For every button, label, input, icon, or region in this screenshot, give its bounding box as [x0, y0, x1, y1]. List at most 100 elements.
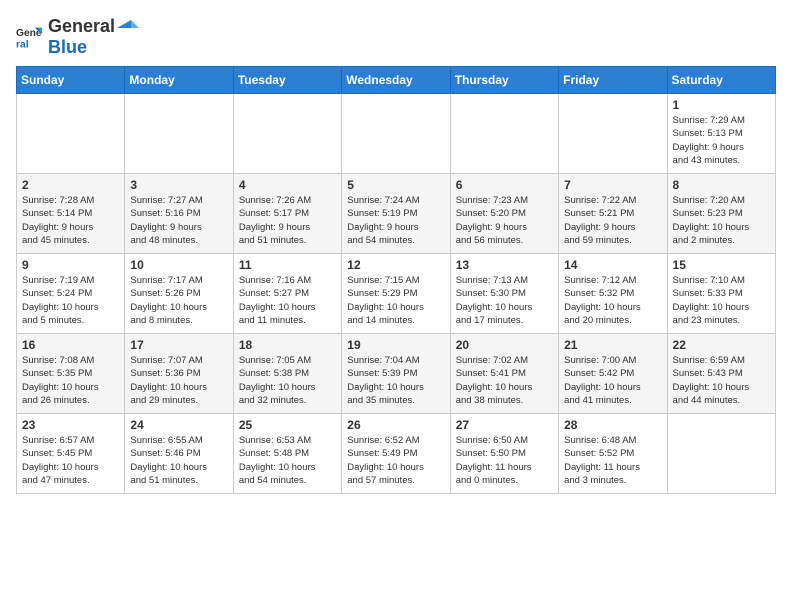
day-number: 8 [673, 178, 770, 192]
day-number: 9 [22, 258, 119, 272]
day-info: Sunrise: 6:52 AM Sunset: 5:49 PM Dayligh… [347, 435, 424, 486]
day-info: Sunrise: 6:59 AM Sunset: 5:43 PM Dayligh… [673, 355, 750, 406]
calendar-day-25: 25Sunrise: 6:53 AM Sunset: 5:48 PM Dayli… [233, 414, 341, 494]
calendar-day-5: 5 Sunrise: 7:24 AM Sunset: 5:19 PM Daylig… [342, 174, 450, 254]
day-info: Sunrise: 7:26 AM Sunset: 5:17 PM Dayligh… [239, 195, 311, 246]
day-info: Sunrise: 6:50 AM Sunset: 5:50 PM Dayligh… [456, 435, 532, 486]
day-number: 21 [564, 338, 661, 352]
calendar-day-13: 13 Sunrise: 7:13 AM Sunset: 5:30 PM Dayli… [450, 254, 558, 334]
day-number: 6 [456, 178, 553, 192]
day-number: 4 [239, 178, 336, 192]
day-number: 2 [22, 178, 119, 192]
day-info: Sunrise: 7:02 AM Sunset: 5:41 PM Dayligh… [456, 355, 533, 406]
weekday-header-sunday: Sunday [17, 67, 125, 94]
day-info: Sunrise: 7:16 AM Sunset: 5:27 PM Dayligh… [239, 275, 316, 326]
empty-day-cell [17, 94, 125, 174]
calendar-day-1: 1 Sunrise: 7:29 AM Sunset: 5:13 PM Daylig… [667, 94, 775, 174]
day-number: 10 [130, 258, 227, 272]
day-info: Sunrise: 7:20 AM Sunset: 5:23 PM Dayligh… [673, 195, 750, 246]
day-info: Sunrise: 7:27 AM Sunset: 5:16 PM Dayligh… [130, 195, 202, 246]
day-info: Sunrise: 7:17 AM Sunset: 5:26 PM Dayligh… [130, 275, 207, 326]
day-info: Sunrise: 6:55 AM Sunset: 5:46 PM Dayligh… [130, 435, 207, 486]
day-number: 19 [347, 338, 444, 352]
calendar-day-11: 11 Sunrise: 7:16 AM Sunset: 5:27 PM Dayli… [233, 254, 341, 334]
day-number: 1 [673, 98, 770, 112]
calendar-day-26: 26 Sunrise: 6:52 AM Sunset: 5:49 PM Dayli… [342, 414, 450, 494]
day-number: 25 [239, 418, 336, 432]
weekday-header-monday: Monday [125, 67, 233, 94]
day-number: 15 [673, 258, 770, 272]
calendar-day-21: 21 Sunrise: 7:00 AM Sunset: 5:42 PM Dayli… [559, 334, 667, 414]
day-number: 5 [347, 178, 444, 192]
calendar-day-9: 9 Sunrise: 7:19 AM Sunset: 5:24 PM Daylig… [17, 254, 125, 334]
weekday-header-tuesday: Tuesday [233, 67, 341, 94]
calendar-week-row: 2 Sunrise: 7:28 AM Sunset: 5:14 PM Daylig… [17, 174, 776, 254]
empty-day-cell [125, 94, 233, 174]
day-number: 26 [347, 418, 444, 432]
day-info: Sunrise: 7:10 AM Sunset: 5:33 PM Dayligh… [673, 275, 750, 326]
calendar-day-19: 19 Sunrise: 7:04 AM Sunset: 5:39 PM Dayli… [342, 334, 450, 414]
calendar-day-12: 12 Sunrise: 7:15 AM Sunset: 5:29 PM Dayli… [342, 254, 450, 334]
day-number: 22 [673, 338, 770, 352]
day-info: Sunrise: 7:04 AM Sunset: 5:39 PM Dayligh… [347, 355, 424, 406]
calendar-day-14: 14Sunrise: 7:12 AM Sunset: 5:32 PM Dayli… [559, 254, 667, 334]
empty-day-cell [559, 94, 667, 174]
day-number: 18 [239, 338, 336, 352]
day-number: 12 [347, 258, 444, 272]
empty-day-cell [342, 94, 450, 174]
calendar-day-10: 10 Sunrise: 7:17 AM Sunset: 5:26 PM Dayli… [125, 254, 233, 334]
empty-day-cell [233, 94, 341, 174]
calendar-week-row: 23 Sunrise: 6:57 AM Sunset: 5:45 PM Dayli… [17, 414, 776, 494]
day-number: 24 [130, 418, 227, 432]
day-number: 17 [130, 338, 227, 352]
day-number: 16 [22, 338, 119, 352]
calendar-week-row: 16 Sunrise: 7:08 AM Sunset: 5:35 PM Dayli… [17, 334, 776, 414]
calendar-day-17: 17 Sunrise: 7:07 AM Sunset: 5:36 PM Dayli… [125, 334, 233, 414]
day-number: 28 [564, 418, 661, 432]
logo: Gene ral GeneralBlue [16, 16, 141, 58]
day-number: 20 [456, 338, 553, 352]
day-info: Sunrise: 7:12 AM Sunset: 5:32 PM Dayligh… [564, 275, 641, 326]
day-number: 11 [239, 258, 336, 272]
day-info: Sunrise: 7:05 AM Sunset: 5:38 PM Dayligh… [239, 355, 316, 406]
calendar-day-24: 24 Sunrise: 6:55 AM Sunset: 5:46 PM Dayli… [125, 414, 233, 494]
calendar-day-4: 4 Sunrise: 7:26 AM Sunset: 5:17 PM Daylig… [233, 174, 341, 254]
calendar-day-27: 27 Sunrise: 6:50 AM Sunset: 5:50 PM Dayli… [450, 414, 558, 494]
calendar-table: SundayMondayTuesdayWednesdayThursdayFrid… [16, 66, 776, 494]
svg-text:ral: ral [16, 39, 29, 50]
day-info: Sunrise: 7:29 AM Sunset: 5:13 PM Dayligh… [673, 115, 745, 166]
day-info: Sunrise: 7:13 AM Sunset: 5:30 PM Dayligh… [456, 275, 533, 326]
calendar-week-row: 9 Sunrise: 7:19 AM Sunset: 5:24 PM Daylig… [17, 254, 776, 334]
day-number: 13 [456, 258, 553, 272]
calendar-day-7: 7 Sunrise: 7:22 AM Sunset: 5:21 PM Daylig… [559, 174, 667, 254]
logo-icon: Gene ral [16, 23, 44, 51]
calendar-day-28: 28 Sunrise: 6:48 AM Sunset: 5:52 PM Dayli… [559, 414, 667, 494]
day-info: Sunrise: 7:24 AM Sunset: 5:19 PM Dayligh… [347, 195, 419, 246]
calendar-day-18: 18 Sunrise: 7:05 AM Sunset: 5:38 PM Dayli… [233, 334, 341, 414]
calendar-day-3: 3 Sunrise: 7:27 AM Sunset: 5:16 PM Daylig… [125, 174, 233, 254]
day-info: Sunrise: 7:22 AM Sunset: 5:21 PM Dayligh… [564, 195, 636, 246]
weekday-header-wednesday: Wednesday [342, 67, 450, 94]
day-info: Sunrise: 7:00 AM Sunset: 5:42 PM Dayligh… [564, 355, 641, 406]
day-number: 27 [456, 418, 553, 432]
empty-day-cell [667, 414, 775, 494]
calendar-day-2: 2 Sunrise: 7:28 AM Sunset: 5:14 PM Daylig… [17, 174, 125, 254]
day-number: 3 [130, 178, 227, 192]
day-info: Sunrise: 7:15 AM Sunset: 5:29 PM Dayligh… [347, 275, 424, 326]
calendar-week-row: 1 Sunrise: 7:29 AM Sunset: 5:13 PM Daylig… [17, 94, 776, 174]
weekday-header-saturday: Saturday [667, 67, 775, 94]
calendar-day-15: 15 Sunrise: 7:10 AM Sunset: 5:33 PM Dayli… [667, 254, 775, 334]
day-info: Sunrise: 7:08 AM Sunset: 5:35 PM Dayligh… [22, 355, 99, 406]
calendar-day-6: 6Sunrise: 7:23 AM Sunset: 5:20 PM Daylig… [450, 174, 558, 254]
day-number: 7 [564, 178, 661, 192]
day-info: Sunrise: 7:07 AM Sunset: 5:36 PM Dayligh… [130, 355, 207, 406]
calendar-day-20: 20 Sunrise: 7:02 AM Sunset: 5:41 PM Dayli… [450, 334, 558, 414]
day-info: Sunrise: 7:19 AM Sunset: 5:24 PM Dayligh… [22, 275, 99, 326]
day-info: Sunrise: 6:57 AM Sunset: 5:45 PM Dayligh… [22, 435, 99, 486]
day-info: Sunrise: 7:28 AM Sunset: 5:14 PM Dayligh… [22, 195, 94, 246]
weekday-header-friday: Friday [559, 67, 667, 94]
calendar-day-8: 8 Sunrise: 7:20 AM Sunset: 5:23 PM Daylig… [667, 174, 775, 254]
weekday-header-thursday: Thursday [450, 67, 558, 94]
day-number: 23 [22, 418, 119, 432]
day-info: Sunrise: 6:48 AM Sunset: 5:52 PM Dayligh… [564, 435, 640, 486]
